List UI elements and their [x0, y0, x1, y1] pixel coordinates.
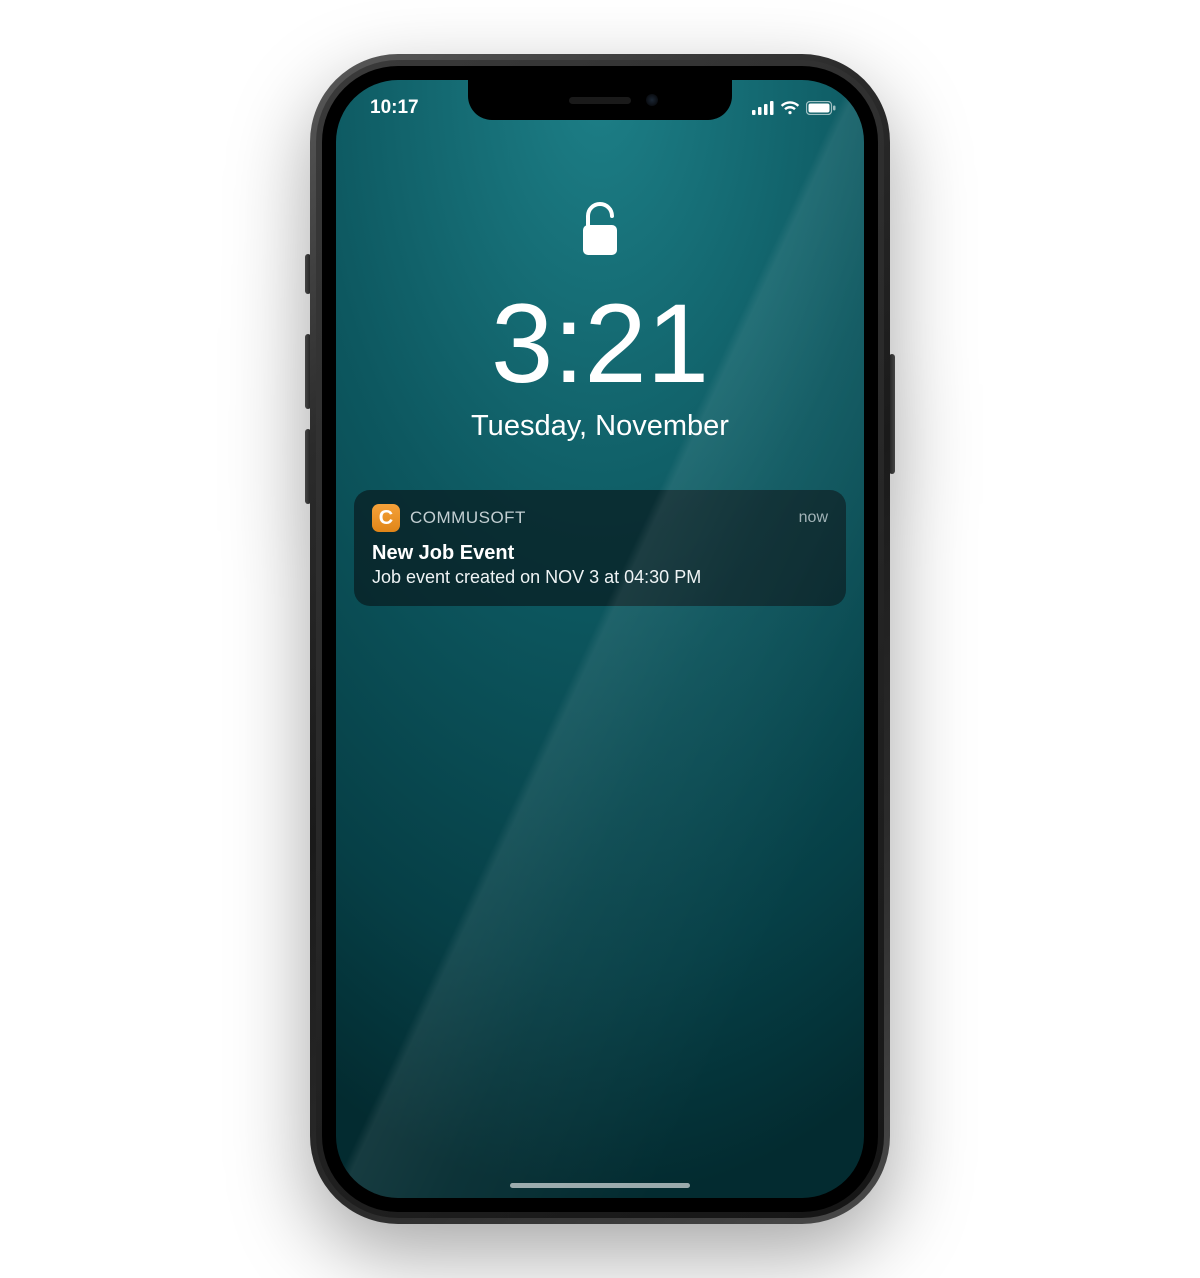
home-indicator[interactable] [510, 1183, 690, 1188]
app-icon-letter: C [379, 508, 393, 528]
lockscreen-content: 3:21 Tuesday, November [336, 200, 864, 443]
lockscreen-time: 3:21 [491, 288, 709, 400]
lockscreen-date: Tuesday, November [471, 410, 729, 443]
status-bar: 10:17 [336, 80, 864, 128]
wifi-icon [780, 101, 800, 115]
notification-title: New Job Event [372, 542, 828, 565]
notification-app-name: COMMUSOFT [410, 508, 526, 528]
phone-device: 10:17 [310, 54, 890, 1224]
phone-frame-mid: 10:17 [316, 60, 884, 1218]
phone-screen[interactable]: 10:17 [336, 80, 864, 1198]
status-icons [736, 101, 836, 115]
notification-timestamp: now [799, 509, 828, 527]
notification-body: Job event created on NOV 3 at 04:30 PM [372, 567, 828, 588]
phone-frame-inner: 10:17 [322, 66, 878, 1212]
notification-header: C COMMUSOFT now [372, 504, 828, 532]
notification-app-icon: C [372, 504, 400, 532]
status-time: 10:17 [370, 97, 470, 119]
signal-icon [752, 101, 774, 115]
phone-frame-outer: 10:17 [310, 54, 890, 1224]
notification-card[interactable]: C COMMUSOFT now New Job Event Job event … [354, 490, 846, 606]
unlock-icon [579, 200, 621, 258]
battery-icon [806, 101, 836, 115]
